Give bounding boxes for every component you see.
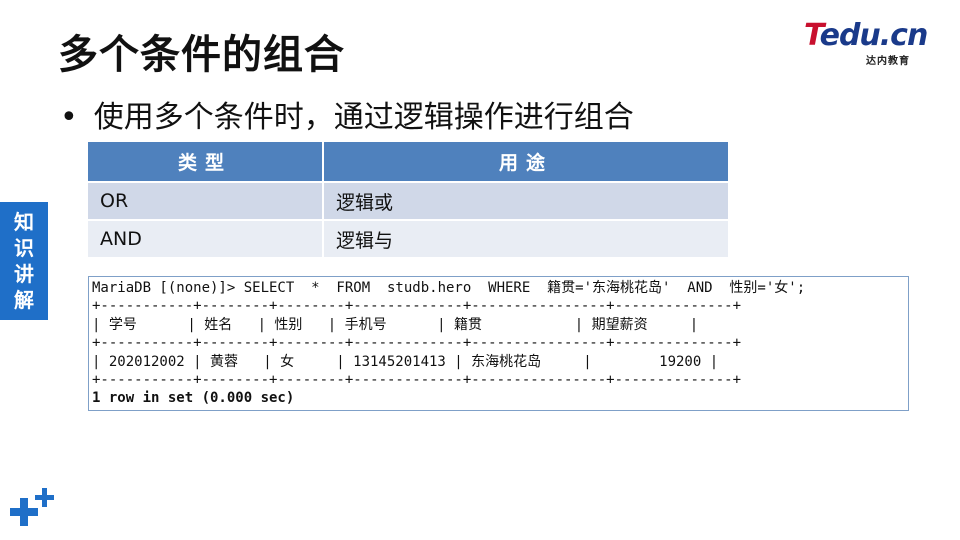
terminal-line: +-----------+--------+--------+---------… <box>92 372 742 389</box>
table-row: AND 逻辑与 <box>88 219 728 257</box>
terminal-line: | 202012002 | 黄蓉 | 女 | 13145201413 | 东海桃… <box>92 353 719 370</box>
slide-title: 多个条件的组合 <box>58 32 345 78</box>
bullet-text: 使用多个条件时，通过逻辑操作进行组合 <box>93 100 634 135</box>
operator-table: 类型 用途 OR 逻辑或 AND 逻辑与 <box>88 142 728 257</box>
table-cell: 逻辑或 <box>323 181 728 220</box>
table-cell: OR <box>88 181 324 220</box>
terminal-line: +-----------+--------+--------+---------… <box>92 335 742 352</box>
table-cell: AND <box>88 219 324 257</box>
bullet-point: • 使用多个条件时，通过逻辑操作进行组合 <box>60 92 634 136</box>
terminal-line: | 学号 | 姓名 | 性别 | 手机号 | 籍贯 | 期望薪资 | <box>92 316 699 333</box>
logo-wordmark-rest: edu.cn <box>819 18 929 53</box>
side-tab-char: 识 <box>14 236 34 260</box>
terminal-line: +-----------+--------+--------+---------… <box>92 298 742 315</box>
logo-subtitle: 达内教育 <box>866 56 910 67</box>
side-tab-char: 知 <box>14 210 34 234</box>
table-header-row: 类型 用途 <box>88 142 728 182</box>
side-tab-char: 讲 <box>14 262 34 286</box>
side-tab-char: 解 <box>14 288 34 312</box>
logo-letter-t: T <box>804 18 821 53</box>
table-row: OR 逻辑或 <box>88 181 728 220</box>
table-header-type: 类型 <box>88 142 324 182</box>
logo-wordmark: Tedu.cn <box>804 18 929 53</box>
terminal-output: MariaDB [(none)]> SELECT * FROM studb.he… <box>88 276 909 411</box>
plus-logo-icon <box>10 488 54 526</box>
table-header-usage: 用途 <box>323 142 728 182</box>
terminal-footer: 1 row in set (0.000 sec) <box>92 390 295 407</box>
table-cell: 逻辑与 <box>323 219 728 257</box>
bullet-dot: • <box>60 100 78 135</box>
tedu-logo: Tedu.cn 达内教育 <box>800 18 940 67</box>
side-tab-knowledge[interactable]: 知 识 讲 解 <box>0 202 48 320</box>
terminal-line: MariaDB [(none)]> SELECT * FROM studb.he… <box>92 280 806 296</box>
